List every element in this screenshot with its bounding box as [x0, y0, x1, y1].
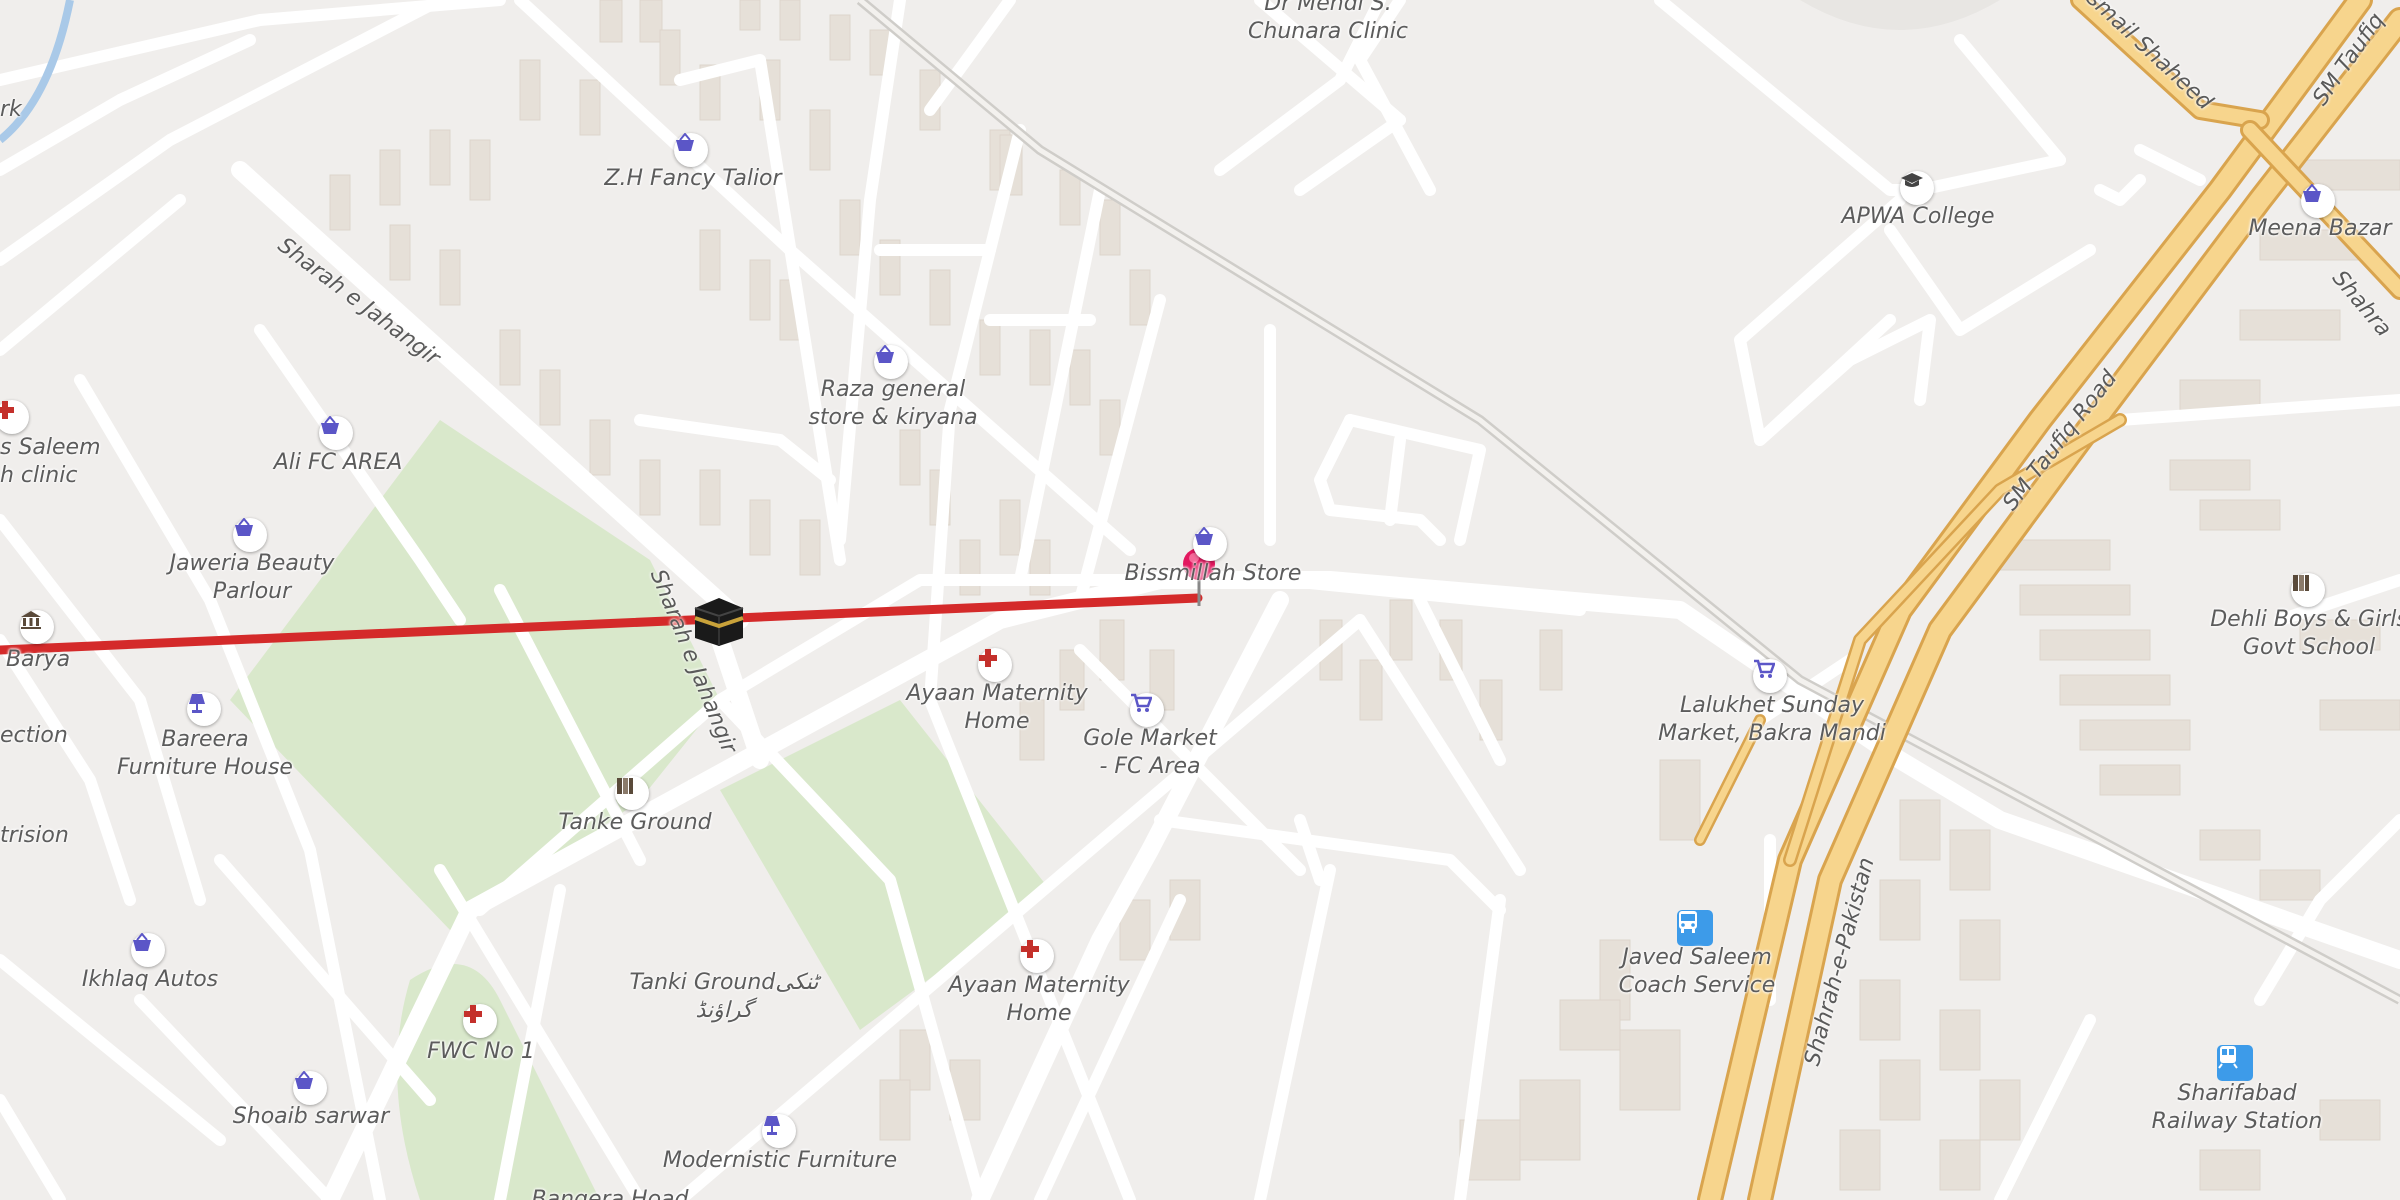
place-label: Meena Bazar — [2248, 216, 2392, 241]
train-icon[interactable] — [2217, 1045, 2253, 1081]
medical-cross-icon[interactable] — [463, 1004, 497, 1038]
basket-icon[interactable] — [233, 518, 267, 552]
place-label: Ikhlaq Autos — [81, 967, 219, 992]
bus-icon[interactable] — [1677, 910, 1713, 946]
basket-icon[interactable] — [293, 1071, 327, 1105]
map-canvas[interactable]: Z.H Fancy Talior Raza general store & kir… — [0, 0, 2400, 1200]
place-label: Dehli Boys & Girls Govt School — [2210, 607, 2400, 660]
place-label: FWC No 1 — [427, 1039, 535, 1064]
place-label: Jaweria Beauty Parlour — [169, 551, 335, 604]
basket-icon[interactable] — [319, 416, 353, 450]
kaaba-marker-icon[interactable] — [691, 594, 747, 648]
place-label: Ayaan Maternity Home — [948, 973, 1130, 1026]
medical-cross-icon[interactable] — [978, 648, 1012, 682]
place-label: Lalukhet Sunday Market, Bakra Mandi — [1658, 693, 1886, 746]
place-label: ection — [0, 723, 68, 748]
place-label: Z.H Fancy Talior — [604, 166, 782, 191]
place-label: Raza general store & kiryana — [808, 377, 978, 430]
lamp-icon[interactable] — [762, 1114, 796, 1148]
cart-icon[interactable] — [1130, 693, 1164, 727]
place-label: Bangera Hoad — [531, 1187, 689, 1200]
basket-icon[interactable] — [1193, 527, 1227, 561]
place-label: Barya — [5, 647, 71, 672]
place-label: Tanki Groundٹنکی گراؤنڈ — [629, 970, 819, 1023]
lamp-icon[interactable] — [187, 692, 221, 726]
place-label: Ali FC AREA — [273, 450, 403, 475]
place-label: Sharifabad Railway Station — [2151, 1081, 2323, 1134]
place-label: Dr Mehdi S. Chunara Clinic — [1248, 0, 1408, 44]
basket-icon[interactable] — [874, 345, 908, 379]
school-icon[interactable] — [2291, 573, 2325, 607]
place-label: Modernistic Furniture — [662, 1148, 898, 1173]
place-label: trision — [0, 823, 69, 848]
place-label: Bareera Furniture House — [117, 727, 293, 780]
medical-cross-icon[interactable] — [1020, 939, 1054, 973]
place-label: Shoaib sarwar — [232, 1104, 390, 1129]
place-label: APWA College — [1841, 204, 1995, 229]
school-icon[interactable] — [615, 776, 649, 810]
basket-icon[interactable] — [674, 133, 708, 167]
place-label: s Saleem h clinic — [0, 435, 101, 488]
park-area — [1800, 0, 2000, 30]
place-label: Bissmillah Store — [1124, 561, 1302, 586]
basket-icon[interactable] — [2301, 184, 2335, 218]
museum-icon[interactable] — [20, 610, 54, 644]
graduation-cap-icon[interactable] — [1900, 171, 1934, 205]
place-label: Javed Saleem Coach Service — [1618, 945, 1776, 998]
basket-icon[interactable] — [131, 933, 165, 967]
cart-icon[interactable] — [1753, 659, 1787, 693]
place-label: Tanke Ground — [558, 810, 712, 835]
place-label: Ayaan Maternity Home — [906, 681, 1088, 734]
place-label: rk — [0, 97, 22, 122]
place-label: Gole Market - FC Area — [1083, 726, 1217, 779]
